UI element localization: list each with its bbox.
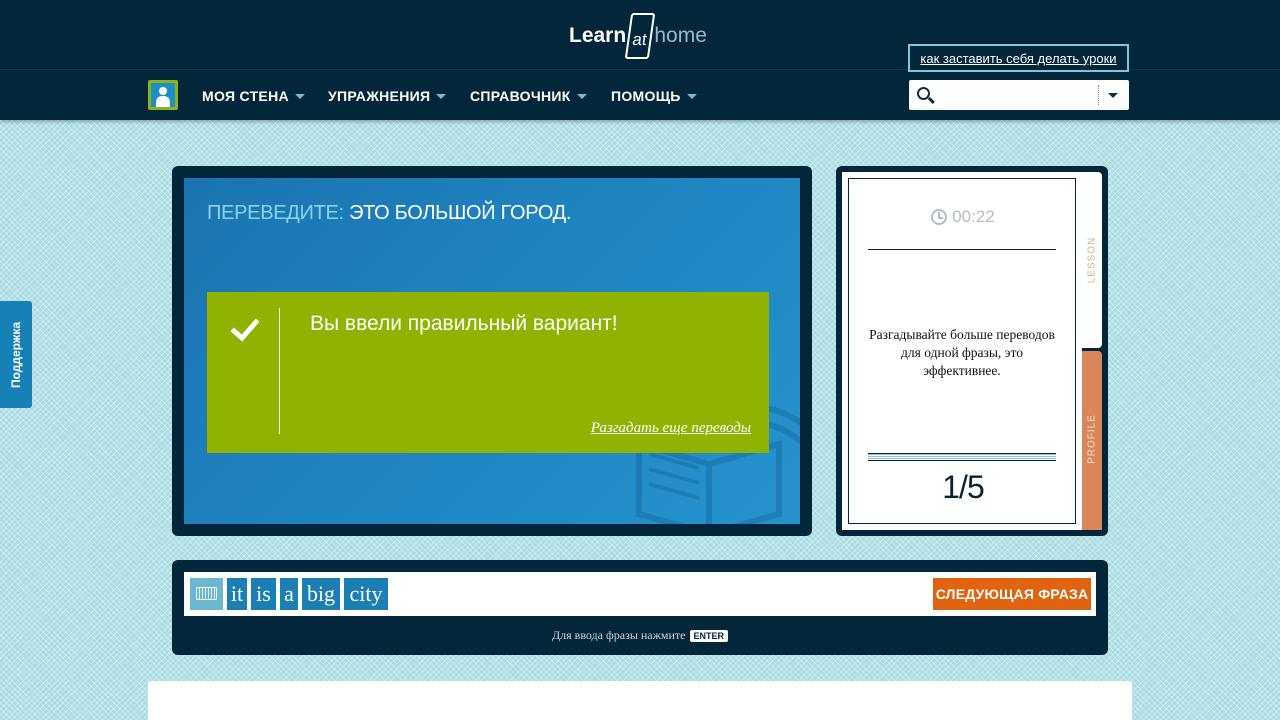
prompt-phrase: ЭТО БОЛЬШОЙ ГОРОД. <box>349 202 572 224</box>
next-phrase-button[interactable]: СЛЕДУЮЩАЯ ФРАЗА <box>933 578 1091 610</box>
nav-item-label: УПРАЖНЕНИЯ <box>328 88 431 104</box>
logo-learn: Learn <box>569 24 627 47</box>
support-label: Поддержка <box>9 321 23 389</box>
divider-double-line <box>868 453 1056 461</box>
search-icon[interactable] <box>917 87 930 100</box>
correct-answer-banner: Вы ввели правильный вариант! Разгадать е… <box>207 292 769 453</box>
nav-item-label: СПРАВОЧНИК <box>470 88 571 104</box>
correct-answer-message: Вы ввели правильный вариант! <box>310 312 618 335</box>
nav-item-label: МОЯ СТЕНА <box>202 88 289 104</box>
logo-home: home <box>654 24 707 47</box>
translate-prompt: ПЕРЕВЕДИТЕ: ЭТО БОЛЬШОЙ ГОРОД. <box>207 202 571 225</box>
clock-icon <box>931 209 948 225</box>
site-logo[interactable]: Learn at home <box>569 12 707 60</box>
content-panel <box>148 681 1132 720</box>
keyboard-icon[interactable] <box>190 578 223 610</box>
answer-word-chip[interactable]: city <box>344 578 388 610</box>
chevron-down-icon <box>436 93 447 99</box>
tab-lesson-label: LESSON <box>1086 236 1098 284</box>
lesson-timer: 00:22 <box>849 207 1077 227</box>
nav-item-exercises[interactable]: УПРАЖНЕНИЯ <box>328 88 447 104</box>
exercise-card: ПЕРЕВЕДИТЕ: ЭТО БОЛЬШОЙ ГОРОД. Вы ввели … <box>184 178 800 524</box>
answer-word-chip[interactable]: is <box>251 578 276 610</box>
tab-profile[interactable]: PROFILE <box>1082 351 1102 530</box>
nav-item-help[interactable]: ПОМОЩЬ <box>611 88 697 104</box>
divider-line <box>868 249 1056 250</box>
answer-word-chip[interactable]: it <box>227 578 247 610</box>
tab-lesson[interactable]: LESSON <box>1082 172 1102 348</box>
lesson-side-card: 00:22 Разгадывайте больше переводов для … <box>836 166 1108 536</box>
user-profile-button[interactable] <box>148 80 178 110</box>
lesson-frame: 00:22 Разгадывайте больше переводов для … <box>848 178 1076 524</box>
logo-at: at <box>624 13 656 59</box>
answer-field[interactable]: it is a big city СЛЕДУЮЩАЯ ФРАЗА <box>184 572 1096 616</box>
phrase-progress: 1/5 <box>942 469 984 505</box>
nav-item-label: ПОМОЩЬ <box>611 88 681 104</box>
search-divider <box>1098 85 1099 105</box>
checkmark-icon <box>231 318 259 342</box>
support-tab[interactable]: Поддержка <box>0 301 32 408</box>
nav-item-reference[interactable]: СПРАВОЧНИК <box>470 88 587 104</box>
nav-item-my-wall[interactable]: МОЯ СТЕНА <box>202 88 305 104</box>
exercise-panel: ПЕРЕВЕДИТЕ: ЭТО БОЛЬШОЙ ГОРОД. Вы ввели … <box>172 166 812 536</box>
more-translations-link[interactable]: Разгадать еще переводы <box>591 420 751 437</box>
answer-bar: it is a big city СЛЕДУЮЩАЯ ФРАЗА Для вво… <box>172 560 1108 655</box>
answer-word-chip[interactable]: a <box>280 578 298 610</box>
search-dropdown-icon[interactable] <box>1108 93 1118 98</box>
study-tip-link[interactable]: как заставить себя делать уроки <box>908 44 1129 72</box>
lesson-hint: Разгадывайте больше переводов для одной … <box>869 327 1055 378</box>
user-avatar-icon <box>151 83 175 107</box>
prompt-label: ПЕРЕВЕДИТЕ: <box>207 202 344 224</box>
chevron-down-icon <box>294 93 305 99</box>
enter-hint: Для ввода фразы нажмите ENTER <box>172 628 1108 643</box>
enter-hint-text: Для ввода фразы нажмите <box>551 628 686 642</box>
answer-word-chip[interactable]: big <box>302 578 340 610</box>
chevron-down-icon <box>576 93 587 99</box>
search-box[interactable] <box>909 80 1129 110</box>
enter-key-badge: ENTER <box>689 629 729 642</box>
chevron-down-icon <box>686 93 697 99</box>
lesson-sheet: 00:22 Разгадывайте больше переводов для … <box>842 172 1082 530</box>
banner-divider <box>279 308 280 434</box>
timer-value: 00:22 <box>952 207 995 226</box>
tab-profile-label: PROFILE <box>1086 414 1098 464</box>
